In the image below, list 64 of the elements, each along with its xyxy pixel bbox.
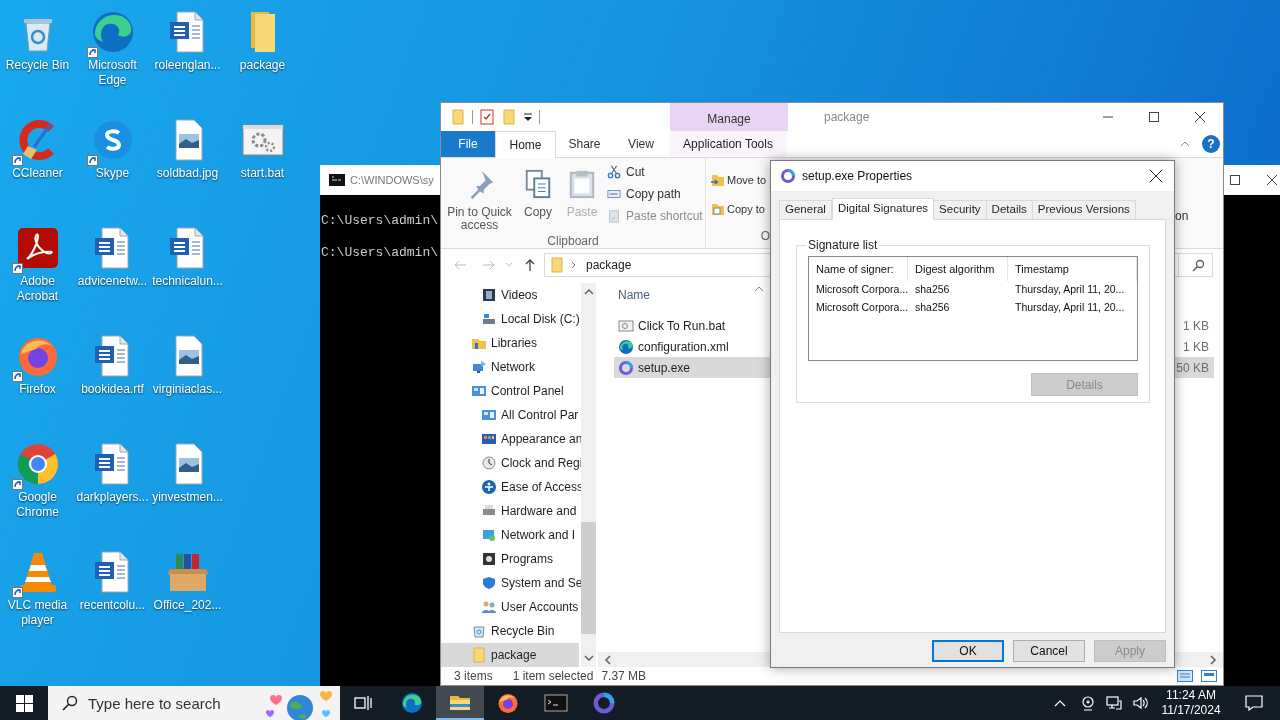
- column-header[interactable]: Digest algorithm: [908, 257, 1008, 281]
- clock[interactable]: 11:24 AM 11/17/2024: [1158, 688, 1224, 718]
- file-name: Click To Run.bat: [638, 317, 726, 335]
- address-path: package: [586, 257, 632, 274]
- ribbon-button[interactable]: Copy to: [710, 198, 765, 220]
- list-cell-text: Microsoft Corpora...: [815, 282, 908, 298]
- dialog-tab[interactable]: Previous Versions: [1031, 200, 1136, 219]
- window-title: C:\WINDOWS\sy: [350, 172, 434, 188]
- ribbon-button[interactable]: Move to: [710, 169, 767, 191]
- nav-item[interactable]: Control Panel: [441, 379, 579, 403]
- list-cell-text: Microsoft Corpora...: [815, 300, 908, 316]
- status-text: 1 item selected: [512, 668, 594, 685]
- ribbon-group-label: O: [760, 228, 770, 245]
- nav-item[interactable]: Libraries: [441, 331, 579, 355]
- dialog-tab[interactable]: Digital Signatures: [831, 198, 935, 220]
- console-line: C:\Users\admin\: [321, 212, 439, 230]
- ribbon-button-label[interactable]: on: [1175, 207, 1223, 225]
- signature-list[interactable]: Name of signer: Digest algorithm Timestamp Microsoft Corpora... sha256 Thursday, April 11, 20... Microsoft Corpora... sha256 Thursday, April 11, 20...: [808, 256, 1138, 361]
- console-line: C:\Users\admin\: [321, 244, 439, 262]
- nav-item[interactable]: Programs: [441, 547, 579, 571]
- file-name: configuration.xml: [638, 338, 729, 356]
- nav-item[interactable]: All Control Par: [441, 403, 579, 427]
- dialog-title: setup.exe Properties: [802, 168, 913, 185]
- status-text: 3 items: [454, 668, 493, 685]
- file-size: 1 KB: [1183, 338, 1210, 356]
- ribbon-tab[interactable]: Share: [556, 131, 613, 157]
- dialog-tab[interactable]: General: [779, 200, 832, 219]
- nav-item[interactable]: User Accounts: [441, 595, 579, 619]
- nav-item[interactable]: Videos: [441, 283, 579, 307]
- status-text: 7.37 MB: [601, 668, 647, 685]
- file-size: 50 KB: [1176, 359, 1210, 377]
- column-header[interactable]: Name of signer:: [809, 257, 908, 281]
- ribbon-button[interactable]: Copy path: [607, 183, 703, 205]
- list-cell-text: Thursday, April 11, 20...: [1014, 282, 1126, 298]
- column-header[interactable]: Timestamp: [1008, 257, 1137, 281]
- file-name: setup.exe: [638, 359, 691, 377]
- nav-item[interactable]: Local Disk (C:): [441, 307, 579, 331]
- nav-item[interactable]: Ease of Access: [441, 475, 579, 499]
- list-cell-text: sha256: [914, 300, 951, 316]
- ribbon-tab[interactable]: Home: [495, 131, 556, 158]
- ribbon-button[interactable]: Copy: [518, 161, 558, 232]
- ribbon-tab[interactable]: View: [613, 131, 669, 157]
- ribbon-tab[interactable]: Application Tools: [669, 131, 787, 157]
- nav-item[interactable]: Recycle Bin: [441, 619, 579, 643]
- dialog-button[interactable]: OK: [932, 640, 1004, 662]
- list-cell-text: Thursday, April 11, 20...: [1014, 300, 1126, 316]
- context-tab-header: Manage: [670, 103, 788, 131]
- ribbon-button[interactable]: Cut: [607, 161, 703, 183]
- nav-item[interactable]: package: [441, 643, 579, 667]
- dialog-button[interactable]: Cancel: [1013, 640, 1085, 662]
- ribbon-group-label: Clipboard: [547, 233, 599, 250]
- file-size: 1 KB: [1183, 317, 1210, 335]
- nav-item[interactable]: Network and I: [441, 523, 579, 547]
- help-button[interactable]: ?: [1202, 135, 1220, 153]
- group-label: Signature list: [807, 237, 879, 254]
- ribbon-tab[interactable]: File: [441, 131, 495, 157]
- nav-item[interactable]: System and Se: [441, 571, 579, 595]
- list-cell-text: sha256: [914, 282, 951, 298]
- nav-item[interactable]: Hardware and: [441, 499, 579, 523]
- ribbon-button[interactable]: Pin to Quick access: [444, 161, 515, 232]
- window-title: package: [823, 109, 870, 126]
- search-field[interactable]: Type here to search: [48, 686, 340, 720]
- nav-item[interactable]: Network: [441, 355, 579, 379]
- column-header[interactable]: Name: [618, 285, 650, 304]
